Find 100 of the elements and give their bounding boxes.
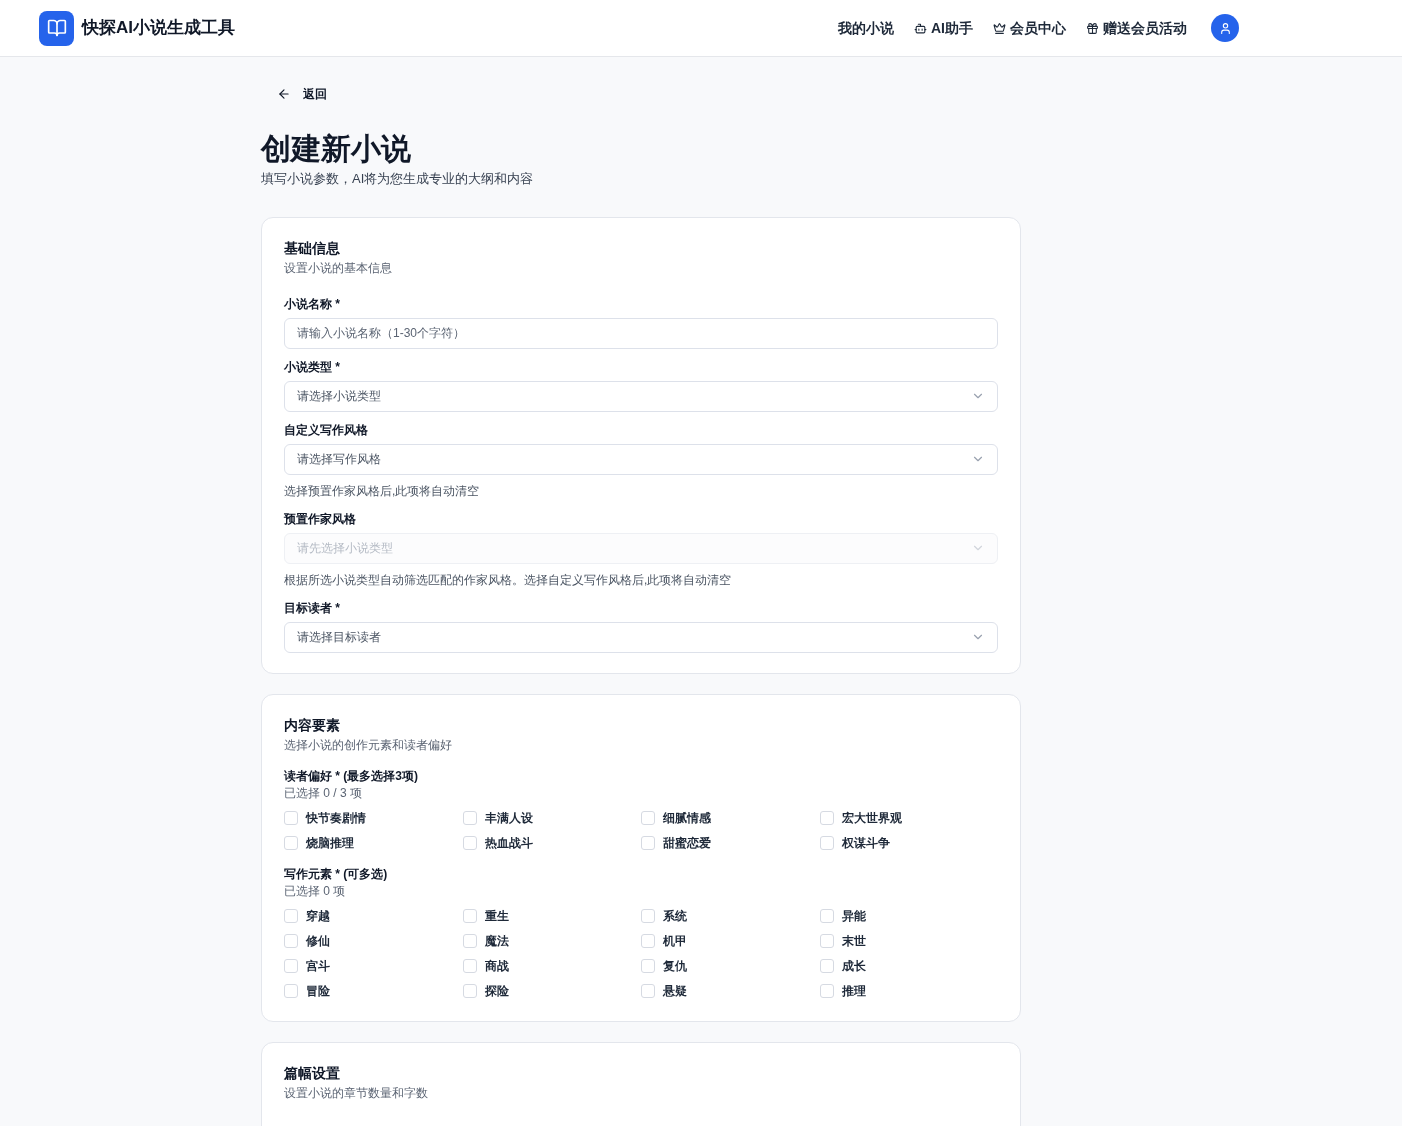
option-label: 修仙 [306,932,330,950]
checkbox-option[interactable]: 悬疑 [641,981,820,1001]
checkbox-option[interactable]: 细腻情感 [641,808,820,828]
checkbox[interactable] [462,811,477,825]
checkbox-option[interactable]: 热血战斗 [462,833,641,853]
nav-link[interactable]: 我的小说 [838,17,894,39]
checkbox[interactable] [819,909,834,923]
checkbox-option[interactable]: 末世 [819,931,998,951]
user-avatar[interactable] [1211,14,1239,42]
field-label: 小说类型 * [284,358,341,376]
checkbox-option[interactable]: 宏大世界观 [819,808,998,828]
option-label: 悬疑 [663,982,687,1000]
option-label: 宏大世界观 [841,809,902,827]
page-title: 创建新小说 [261,131,412,167]
checkbox[interactable] [819,959,834,973]
app-title: 快探AI小说生成工具 [82,17,235,40]
select-field[interactable]: 请选择目标读者 [284,621,998,653]
section-title: 篇幅设置 [284,1063,341,1083]
group-label: 写作元素 * (可多选) [284,865,389,883]
field-label: 预置作家风格 [284,510,357,528]
checkbox[interactable] [641,984,655,998]
field-hint: 选择预置作家风格后,此项将自动清空 [284,482,481,500]
option-label: 末世 [841,932,866,950]
checkbox-option[interactable]: 商战 [462,956,641,976]
nav-link[interactable]: 会员中心 [993,17,1066,39]
option-label: 宫斗 [306,957,330,975]
checkbox[interactable] [641,959,655,973]
option-label: 冒险 [306,982,330,1000]
checkbox-option[interactable]: 丰满人设 [462,808,641,828]
checkbox[interactable] [641,934,655,948]
selection-count: 已选择 0 / 3 项 [284,784,364,801]
checkbox-option[interactable]: 修仙 [284,931,463,951]
checkbox[interactable] [819,836,834,850]
checkbox-option[interactable]: 异能 [819,906,998,926]
option-label: 细腻情感 [663,809,711,827]
checkbox[interactable] [641,811,655,825]
checkbox-option[interactable]: 烧脑推理 [284,833,463,853]
section-title: 内容要素 [284,715,341,735]
section-subtitle: 设置小说的基本信息 [284,259,393,277]
checkbox[interactable] [462,909,477,923]
option-label: 异能 [841,907,866,925]
checkbox[interactable] [284,984,298,998]
option-label: 机甲 [663,932,687,950]
option-label: 甜蜜恋爱 [663,834,711,852]
selection-count: 已选择 0 项 [284,882,347,899]
checkbox[interactable] [462,836,477,850]
checkbox[interactable] [641,909,655,923]
checkbox-option[interactable]: 成长 [819,956,998,976]
checkbox[interactable] [819,934,834,948]
input-field[interactable]: 请输入小说名称（1-30个字符） [284,317,998,349]
field-label: 自定义写作风格 [284,421,369,439]
select-field[interactable]: 请选择小说类型 [284,380,998,412]
page-subtitle: 填写小说参数，AI将为您生成专业的大纲和内容 [261,170,535,188]
nav-link[interactable]: AI助手 [914,17,973,39]
option-label: 热血战斗 [484,834,533,852]
checkbox-option[interactable]: 宫斗 [284,956,463,976]
option-label: 穿越 [306,907,330,925]
option-label: 复仇 [663,957,687,975]
checkbox[interactable] [641,836,655,850]
checkbox[interactable] [284,909,298,923]
checkbox[interactable] [462,984,477,998]
checkbox[interactable] [284,836,298,850]
checkbox-option[interactable]: 权谋斗争 [819,833,998,853]
checkbox-option[interactable]: 系统 [641,906,820,926]
back-button[interactable]: 返回 [277,85,327,103]
gift-icon [1086,21,1099,35]
checkbox[interactable] [819,984,834,998]
option-label: 成长 [841,957,866,975]
option-label: 重生 [484,907,509,925]
book-icon [39,10,74,46]
checkbox-option[interactable]: 快节奏剧情 [284,808,463,828]
field-label: 目标读者 * [284,599,341,617]
select-placeholder: 请选择小说类型 [297,388,381,405]
option-label: 丰满人设 [484,809,533,827]
crown-icon [993,21,1006,35]
checkbox-option[interactable]: 探险 [462,981,641,1001]
option-label: 烧脑推理 [306,834,354,852]
checkbox-option[interactable]: 推理 [819,981,998,1001]
checkbox-option[interactable]: 复仇 [641,956,820,976]
section-subtitle: 设置小说的章节数量和字数 [284,1084,429,1102]
option-label: 探险 [484,982,509,1000]
checkbox-option[interactable]: 机甲 [641,931,820,951]
checkbox[interactable] [284,811,298,825]
checkbox-option[interactable]: 穿越 [284,906,463,926]
checkbox[interactable] [819,811,834,825]
select-placeholder: 请选择目标读者 [297,629,381,646]
select-placeholder: 请选择写作风格 [297,451,381,468]
checkbox[interactable] [462,934,477,948]
checkbox[interactable] [284,934,298,948]
checkbox[interactable] [284,959,298,973]
checkbox-option[interactable]: 冒险 [284,981,463,1001]
nav-link[interactable]: 赠送会员活动 [1086,17,1187,39]
field-label: 小说名称 * [284,295,341,313]
option-label: 系统 [663,907,687,925]
checkbox-option[interactable]: 甜蜜恋爱 [641,833,820,853]
checkbox-option[interactable]: 魔法 [462,931,641,951]
select-field[interactable]: 请选择写作风格 [284,443,998,475]
checkbox[interactable] [462,959,477,973]
checkbox-option[interactable]: 重生 [462,906,641,926]
option-label: 权谋斗争 [841,834,890,852]
